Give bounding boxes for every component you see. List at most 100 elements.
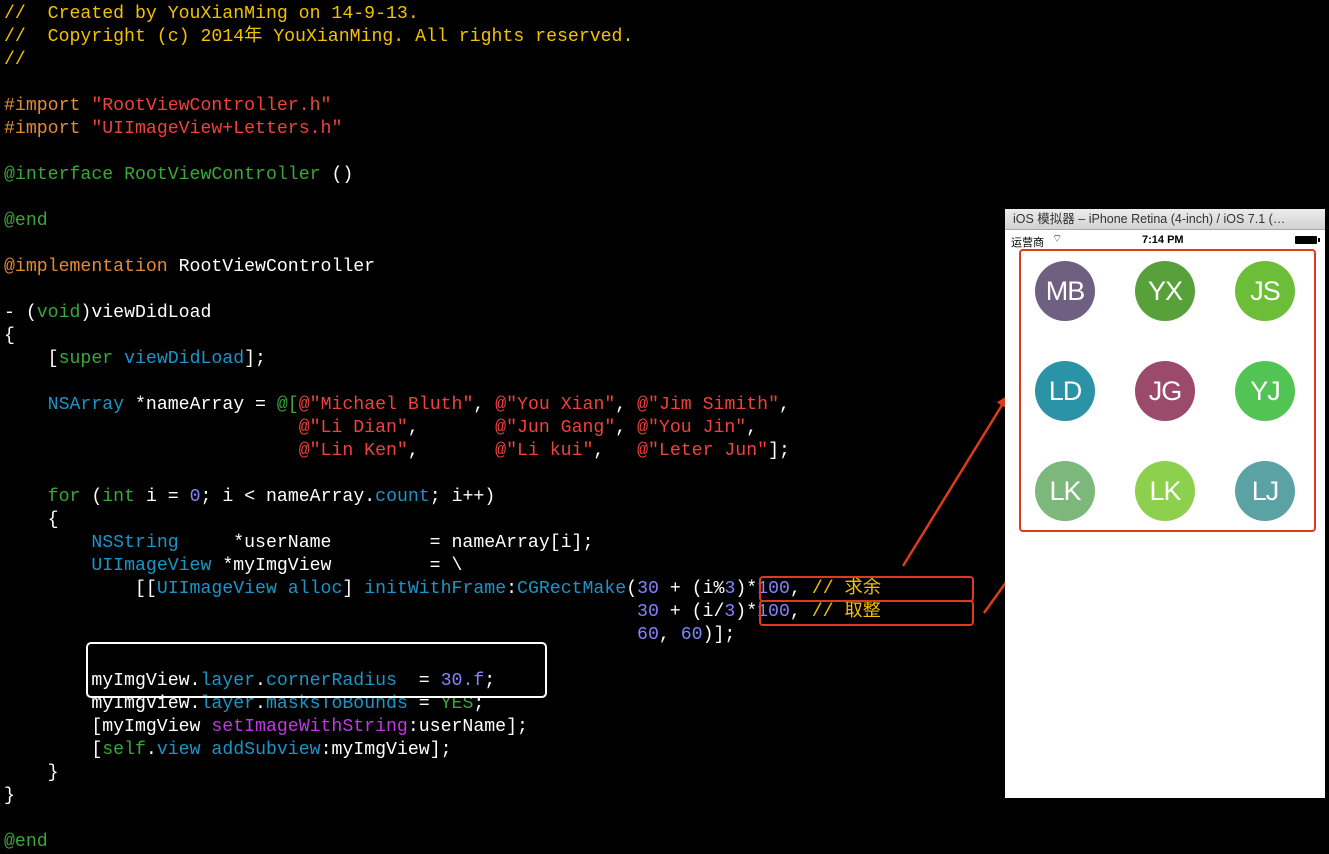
code-line: // Copyright (c) 2014年 YouXianMing. All … [4,26,633,49]
code-token: @"Michael Bluth" [298,395,474,415]
code-token: ]; [768,441,790,461]
code-token: *myImgView = \ [222,556,463,576]
code-line: [[UIImageView alloc] initWithFrame:CGRec… [4,578,881,601]
code-line: [self.view addSubview:myImgView]; [4,739,452,762]
code-token: + (i/ [658,602,725,622]
code-token: ; i++) [429,487,496,507]
code-token: // Created by YouXianMing on 14-9-13. [4,4,419,24]
code-token: i = [145,487,190,507]
code-line: [super viewDidLoad]; [4,348,266,371]
code-token: @"Li Dian" [298,418,408,438]
code-token: "RootViewController.h" [91,96,332,116]
code-token: , [473,395,496,415]
code-token: @end [4,832,48,852]
code-token: )viewDidLoad [80,303,212,323]
highlight-box-modulo [759,576,974,602]
code-line: @end [4,831,48,854]
code-token: , [615,395,638,415]
code-token: UIImageView [91,556,223,576]
code-token: alloc [287,579,343,599]
code-token: . [145,740,157,760]
code-token: , [746,418,758,438]
code-line: // [4,49,26,72]
code-line: @"Li Dian", @"Jun Gang", @"You Jin", [4,417,757,440]
code-line: { [4,325,15,348]
code-line: - (void)viewDidLoad [4,302,211,325]
code-token: #import [4,96,92,116]
code-token: ( [91,487,103,507]
code-token: [myImgView [4,717,212,737]
code-token: @"Lin Ken" [298,441,408,461]
code-token: // Copyright (c) 2014年 YouXianMing. All … [4,27,634,47]
code-line: @interface RootViewController () [4,164,353,187]
code-token: @"Leter Jun" [637,441,769,461]
code-token: { [4,510,59,530]
code-token: { [4,326,15,346]
ios-status-bar: 运营商 ⌔ 7:14 PM [1005,231,1325,249]
highlight-box-avatar-grid [1019,249,1316,532]
code-token: int [102,487,146,507]
code-token: )]; [702,625,736,645]
code-token: )* [735,602,758,622]
code-token: addSubview [211,740,321,760]
code-token: - ( [4,303,37,323]
highlight-box-division [759,600,974,626]
code-token: @"Jim Simith" [637,395,780,415]
code-line: @implementation RootViewController [4,256,375,279]
code-token: } [4,763,59,783]
code-token: for [47,487,92,507]
code-token: *userName = nameArray[i]; [233,533,594,553]
code-token: [[ [4,579,157,599]
highlight-box-layer-props [86,642,547,698]
simulator-title-bar[interactable]: iOS 模拟器 – iPhone Retina (4-inch) / iOS 7… [1005,209,1325,230]
code-token: 3 [724,579,736,599]
code-token: + (i% [658,579,725,599]
code-token: 30 [637,579,659,599]
code-token: ]; [244,349,266,369]
carrier-label: 运营商 [1011,237,1044,249]
code-token: 0 [189,487,201,507]
code-token: 60 [637,625,659,645]
code-token: @[ [276,395,299,415]
code-line: NSArray *nameArray = @[@"Michael Bluth",… [4,394,790,417]
code-token: count [375,487,430,507]
code-editor: // Created by YouXianMing on 14-9-13. // … [0,0,1000,852]
code-token: NSString [91,533,234,553]
code-token: , [407,441,496,461]
code-line: { [4,509,59,532]
code-token: [ [4,740,103,760]
code-line: [myImgView setImageWithString:userName]; [4,716,528,739]
code-token: @implementation [4,257,179,277]
code-token: @"Li kui" [495,441,594,461]
code-token: @interface [4,165,125,185]
code-token: 3 [724,602,736,622]
code-token: @"You Jin" [637,418,747,438]
code-token: @"Jun Gang" [495,418,616,438]
code-token: RootViewController [124,165,332,185]
code-token: ; i < nameArray. [200,487,376,507]
code-line: NSString *userName = nameArray[i]; [4,532,593,555]
code-token: @"You Xian" [495,395,616,415]
code-token: view [156,740,212,760]
code-token: ] [342,579,365,599]
code-token: *nameArray = [135,395,277,415]
battery-icon [1295,236,1320,244]
code-line: UIImageView *myImgView = \ [4,555,462,578]
code-line: @end [4,210,48,233]
code-token: "UIImageView+Letters.h" [91,119,343,139]
code-token: CGRectMake [517,579,627,599]
code-line: #import "RootViewController.h" [4,95,331,118]
code-line: } [4,785,15,808]
code-token: :myImgView]; [320,740,452,760]
code-line: for (int i = 0; i < nameArray.count; i++… [4,486,496,509]
code-token: void [36,303,81,323]
code-token: super [58,349,125,369]
code-token: viewDidLoad [124,349,245,369]
